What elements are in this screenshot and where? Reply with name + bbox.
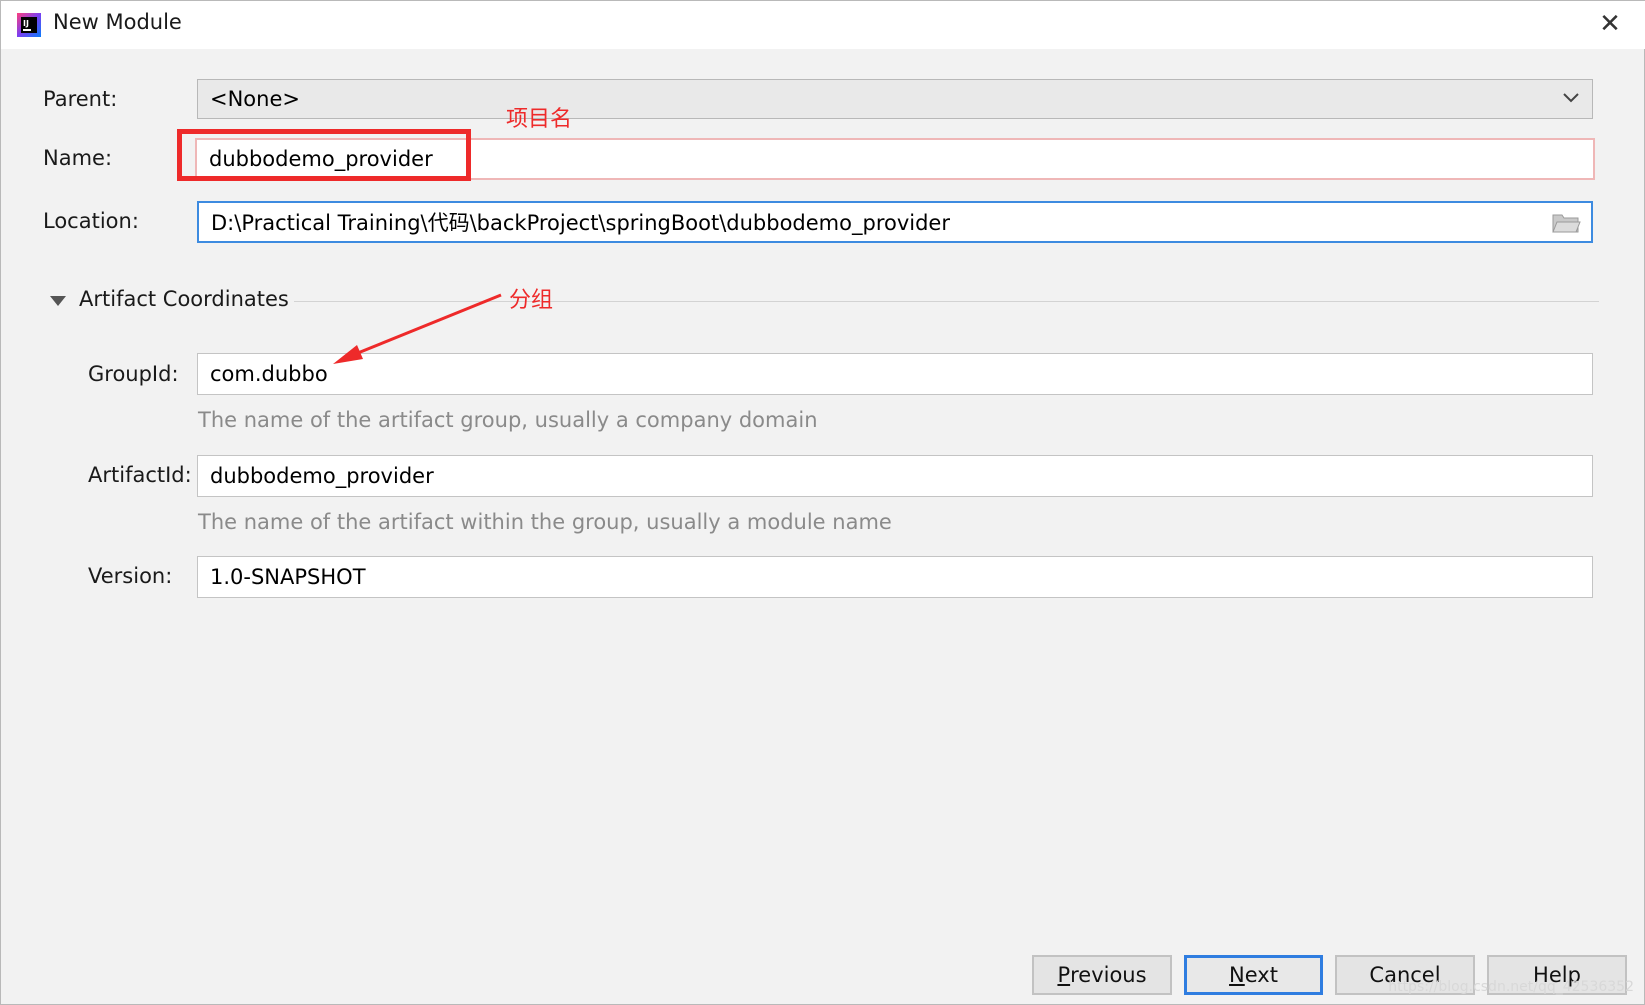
artifact-section-title[interactable]: Artifact Coordinates: [79, 287, 289, 311]
location-input[interactable]: D:\Practical Training\代码\backProject\spr…: [197, 201, 1593, 243]
annotation-project-name: 项目名: [506, 107, 573, 132]
parent-dropdown[interactable]: <None>: [197, 79, 1593, 119]
watermark: https://blog.csdn.net/qq_42536352: [1388, 979, 1634, 995]
annotation-arrow: [333, 293, 502, 364]
groupid-hint: The name of the artifact group, usually …: [198, 408, 818, 432]
artifactid-label: ArtifactId:: [88, 463, 192, 487]
annotation-highlight-box: [177, 129, 471, 181]
parent-value: <None>: [210, 87, 300, 111]
groupid-label: GroupId:: [88, 362, 179, 386]
version-input[interactable]: 1.0-SNAPSHOT: [197, 556, 1593, 598]
chevron-down-icon[interactable]: [1560, 87, 1582, 109]
name-label: Name:: [43, 146, 113, 170]
new-module-dialog: IJ New Module ✕ Parent: <None> Name: dub…: [0, 0, 1645, 1005]
folder-icon[interactable]: [1551, 211, 1581, 235]
previous-label: revious: [1070, 963, 1147, 987]
version-label: Version:: [88, 564, 173, 588]
next-label: ext: [1244, 963, 1278, 987]
artifactid-input[interactable]: dubbodemo_provider: [197, 455, 1593, 497]
parent-label: Parent:: [43, 87, 118, 111]
version-value: 1.0-SNAPSHOT: [210, 565, 366, 589]
previous-mnemonic: P: [1057, 963, 1071, 987]
artifactid-hint: The name of the artifact within the grou…: [198, 510, 892, 534]
close-icon[interactable]: ✕: [1596, 10, 1624, 38]
groupid-value: com.dubbo: [210, 362, 328, 386]
location-label: Location:: [43, 209, 139, 233]
svg-text:IJ: IJ: [23, 19, 29, 28]
next-mnemonic: N: [1229, 963, 1245, 987]
title-bar: IJ New Module ✕: [1, 1, 1645, 49]
window-title: New Module: [53, 10, 182, 34]
artifactid-value: dubbodemo_provider: [210, 464, 434, 488]
intellij-icon: IJ: [17, 13, 41, 37]
next-button[interactable]: Next: [1184, 955, 1323, 995]
collapse-triangle-icon[interactable]: [49, 294, 67, 308]
previous-button[interactable]: Previous: [1032, 955, 1172, 995]
annotation-group: 分组: [509, 288, 554, 313]
location-value: D:\Practical Training\代码\backProject\spr…: [211, 211, 950, 235]
